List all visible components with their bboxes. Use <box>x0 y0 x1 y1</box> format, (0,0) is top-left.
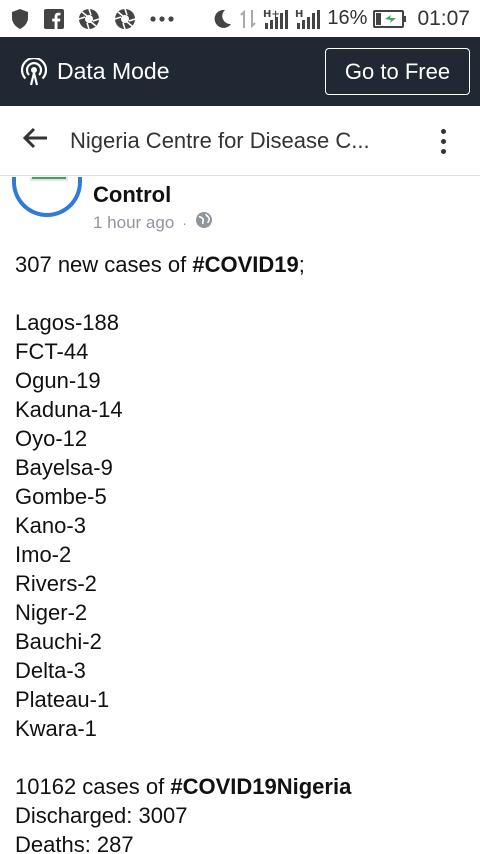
back-button[interactable] <box>0 106 70 176</box>
state-line: Kano-3 <box>15 513 86 538</box>
data-mode-indicator: Data Mode <box>0 57 170 86</box>
state-line: Kwara-1 <box>15 716 97 741</box>
battery-charging-icon <box>373 9 407 28</box>
state-line: Imo-2 <box>15 542 72 567</box>
more-options-button[interactable] <box>426 124 460 158</box>
deaths-line: Deaths: 287 <box>15 832 134 854</box>
aperture-icon <box>114 8 136 30</box>
discharged-line: Discharged: 3007 <box>15 803 188 828</box>
state-line: Rivers-2 <box>15 571 97 596</box>
total-line: 10162 cases of #COVID19Nigeria <box>15 774 352 799</box>
state-line: Delta-3 <box>15 658 86 683</box>
state-line: Bayelsa-9 <box>15 455 113 480</box>
status-bar-system: H+ H 16% 01:07 <box>211 7 470 31</box>
facebook-icon <box>44 8 64 29</box>
page-avatar[interactable] <box>12 177 82 217</box>
post-time[interactable]: 1 hour ago <box>93 213 174 233</box>
status-bar: H+ H 16% 01:07 <box>0 0 480 37</box>
post-meta: 1 hour ago · <box>93 211 213 234</box>
state-line: Lagos-188 <box>15 310 119 335</box>
state-line: Kaduna-14 <box>15 397 123 422</box>
post: Control 1 hour ago · 307 new cases of #C… <box>0 177 480 854</box>
hashtag-covid19nigeria[interactable]: #COVID19Nigeria <box>170 774 351 799</box>
broadcast-icon <box>21 57 47 86</box>
go-to-free-button[interactable]: Go to Free <box>325 48 470 95</box>
battery-percent: 16% <box>327 7 368 29</box>
state-line: Plateau-1 <box>15 687 110 712</box>
more-dots-icon <box>150 15 174 22</box>
page-title: Nigeria Centre for Disease C... <box>70 127 370 153</box>
intro-line: 307 new cases of #COVID19; <box>15 252 305 277</box>
state-line: Bauchi-2 <box>15 629 102 654</box>
state-line: Niger-2 <box>15 600 88 625</box>
signal-h-icon: H <box>295 8 321 30</box>
app-header: Nigeria Centre for Disease C... <box>0 106 480 176</box>
back-arrow-icon <box>22 127 48 154</box>
aperture-icon <box>78 8 100 30</box>
data-mode-label: Data Mode <box>57 58 170 84</box>
ncdc-logo-icon <box>30 177 68 181</box>
state-line: Gombe-5 <box>15 484 107 509</box>
meta-separator: · <box>182 214 187 231</box>
post-text: 307 new cases of #COVID19; Lagos-188 FCT… <box>15 250 475 854</box>
more-vertical-icon <box>440 128 446 134</box>
state-line: Ogun-19 <box>15 368 101 393</box>
signal-h-plus-icon: H+ <box>263 8 289 30</box>
data-arrows-icon <box>239 8 257 30</box>
clock: 01:07 <box>417 6 470 30</box>
globe-icon <box>195 211 213 234</box>
svg-text:H: H <box>295 9 303 20</box>
shield-icon <box>10 8 30 30</box>
data-mode-bar: Data Mode Go to Free <box>0 37 480 106</box>
page-name[interactable]: Control <box>93 182 171 208</box>
status-bar-notifications <box>10 8 174 30</box>
state-line: FCT-44 <box>15 339 89 364</box>
moon-icon <box>211 8 233 30</box>
hashtag-covid19[interactable]: #COVID19 <box>192 252 298 277</box>
post-header: Control 1 hour ago · <box>0 177 480 247</box>
state-line: Oyo-12 <box>15 426 88 451</box>
